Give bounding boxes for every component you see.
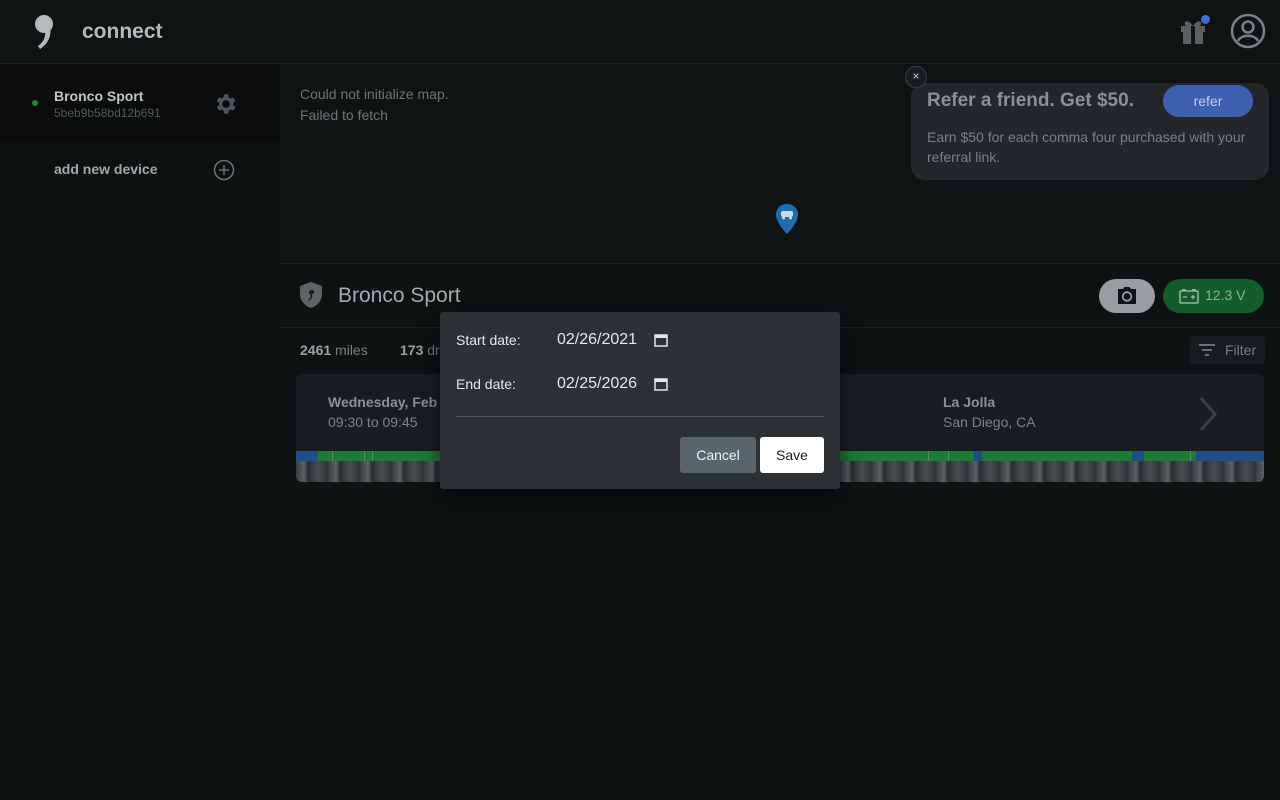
drive-region: San Diego, CA [943,414,1036,430]
online-status-dot [32,100,38,106]
car-location-pin-icon[interactable] [775,203,799,235]
referral-title: Refer a friend. Get $50. [927,90,1134,111]
timeline-marker [364,451,365,461]
chevron-right-icon[interactable] [1198,396,1218,432]
timeline-segment-end [1196,451,1264,461]
timeline-segment [974,451,982,461]
drives-unit: dr [427,342,440,358]
add-circle-icon [213,159,235,181]
battery-voltage-button[interactable]: 12.3 V [1163,279,1264,313]
end-date-input[interactable]: 02/25/2026 [557,375,637,393]
device-title: Bronco Sport [338,284,461,307]
stat-miles: 2461 miles [300,342,368,358]
snapshot-button[interactable] [1099,279,1155,313]
close-icon[interactable]: × [905,66,927,88]
drive-date: Wednesday, Feb [328,394,438,410]
drive-time: 09:30 to 09:45 [328,414,418,430]
drives-count: 173 [400,342,424,358]
date-range-dialog: Start date: 02/26/2021 End date: 02/25/2… [440,312,840,489]
car-battery-icon [1179,289,1199,304]
calendar-icon[interactable] [654,333,668,347]
filter-button[interactable]: Filter [1189,336,1265,364]
gear-icon[interactable] [212,91,238,117]
referral-card: Refer a friend. Get $50. refer Earn $50 … [911,83,1269,180]
drive-destination: La Jolla [943,394,996,410]
end-date-label: End date: [456,376,516,392]
stat-drives: 173 dr [400,342,440,358]
top-header: connect [0,0,1280,64]
add-device-button[interactable]: add new device [0,144,280,194]
start-date-input[interactable]: 02/26/2021 [557,331,637,349]
calendar-icon[interactable] [654,377,668,391]
device-name: Bronco Sport [54,88,144,104]
add-device-label: add new device [54,161,158,177]
map-error-message: Could not initialize map. [300,86,449,102]
refer-button[interactable]: refer [1163,85,1253,117]
account-circle-icon[interactable] [1230,13,1266,49]
save-button[interactable]: Save [760,437,824,473]
cancel-button[interactable]: Cancel [680,437,756,473]
shield-icon [300,282,322,308]
filter-icon [1199,344,1215,356]
timeline-marker [372,451,373,461]
comma-logo-icon[interactable] [30,12,60,52]
device-id: 5beb9b58bd12b691 [54,106,161,120]
timeline-marker [332,451,333,461]
timeline-segment-start [296,451,318,461]
miles-unit: miles [335,342,368,358]
referral-description: Earn $50 for each comma four purchased w… [927,129,1246,165]
battery-voltage: 12.3 V [1205,287,1246,303]
start-date-label: Start date: [456,332,521,348]
dialog-divider [456,416,824,417]
map-error-detail: Failed to fetch [300,107,388,123]
miles-count: 2461 [300,342,332,358]
timeline-segment [1132,451,1144,461]
sidebar: Bronco Sport 5beb9b58bd12b691 add new de… [0,64,280,800]
camera-icon [1118,287,1136,304]
notification-dot [1201,15,1210,24]
sidebar-item-device[interactable]: Bronco Sport 5beb9b58bd12b691 [0,64,280,142]
timeline-marker [948,451,949,461]
timeline-marker [1190,451,1191,461]
filter-label: Filter [1225,342,1257,358]
app-title: connect [82,20,163,43]
timeline-marker [928,451,929,461]
